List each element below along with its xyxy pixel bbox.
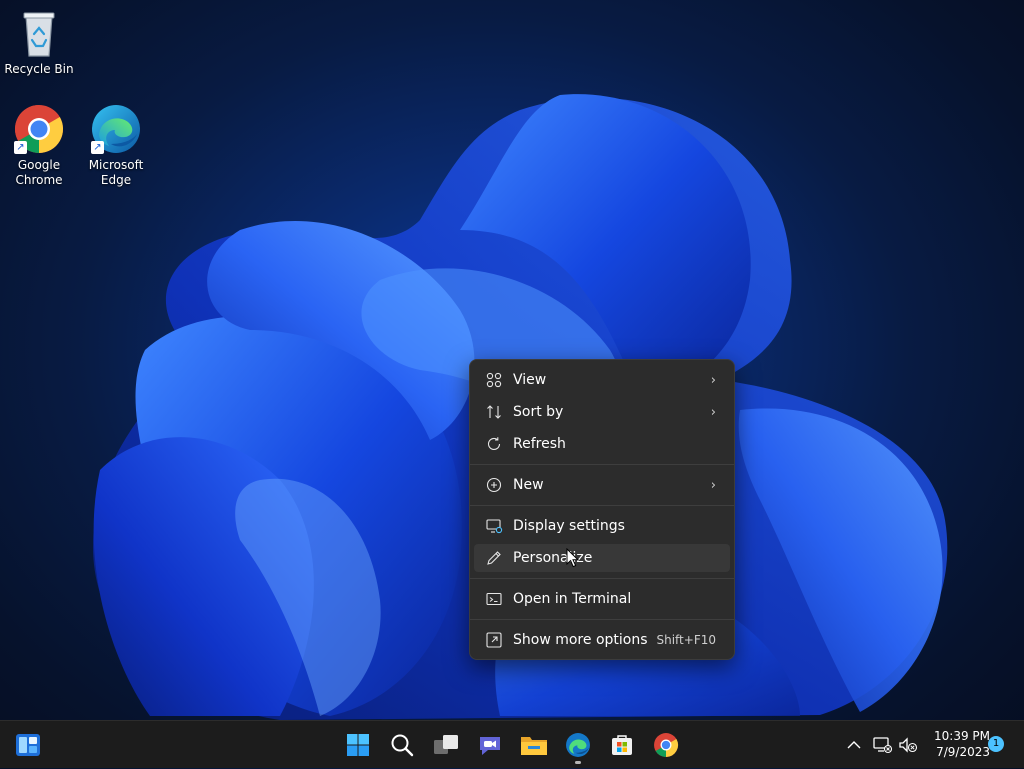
menu-item-label: Open in Terminal bbox=[513, 591, 632, 607]
menu-item-label: Refresh bbox=[513, 436, 566, 452]
mouse-cursor-icon bbox=[566, 548, 580, 568]
search-icon bbox=[391, 734, 414, 757]
menu-item-label: Sort by bbox=[513, 404, 564, 420]
chevron-up-icon bbox=[847, 741, 861, 749]
menu-separator bbox=[470, 505, 734, 506]
menu-item-refresh[interactable]: Refresh bbox=[474, 430, 730, 458]
widgets-button[interactable] bbox=[12, 729, 44, 761]
chevron-right-icon: › bbox=[710, 477, 716, 493]
desktop-icon-label: Microsoft Edge bbox=[88, 158, 144, 187]
pen-icon bbox=[485, 549, 503, 567]
menu-item-display-settings[interactable]: Display settings bbox=[474, 512, 730, 540]
show-more-icon bbox=[485, 631, 503, 649]
clock-date: 7/9/2023 bbox=[936, 745, 990, 759]
desktop-context-menu: View › Sort by › Refresh New › Display s… bbox=[469, 359, 735, 660]
desktop-icon-label: Recycle Bin bbox=[4, 62, 74, 76]
file-explorer-button[interactable] bbox=[518, 729, 550, 761]
teams-chat-icon bbox=[480, 737, 500, 755]
task-view-icon bbox=[434, 735, 458, 754]
menu-item-label: Show more options bbox=[513, 632, 648, 648]
widgets-icon bbox=[16, 734, 40, 756]
clock-button[interactable]: 10:39 PM 7/9/2023 bbox=[924, 728, 990, 760]
desktop-icon-recycle-bin[interactable]: Recycle Bin bbox=[1, 8, 77, 77]
menu-item-view[interactable]: View › bbox=[474, 366, 730, 394]
sort-icon bbox=[485, 403, 503, 421]
chevron-right-icon: › bbox=[710, 372, 716, 388]
menu-item-sort-by[interactable]: Sort by › bbox=[474, 398, 730, 426]
menu-separator bbox=[470, 578, 734, 579]
taskbar: 10:39 PM 7/9/2023 bbox=[0, 720, 1024, 768]
file-explorer-icon bbox=[521, 737, 547, 755]
menu-item-open-in-terminal[interactable]: Open in Terminal bbox=[474, 585, 730, 613]
menu-separator bbox=[470, 464, 734, 465]
refresh-icon bbox=[485, 435, 503, 453]
chrome-icon bbox=[654, 733, 679, 757]
chrome-icon: ↗ bbox=[14, 104, 64, 154]
edge-taskbar-button[interactable] bbox=[562, 729, 594, 764]
network-button[interactable] bbox=[871, 721, 893, 769]
store-icon bbox=[612, 735, 632, 755]
menu-item-show-more-options[interactable]: Show more options Shift+F10 bbox=[474, 626, 730, 654]
chevron-right-icon: › bbox=[710, 404, 716, 420]
menu-item-label: Personalize bbox=[513, 550, 593, 566]
menu-item-label: View bbox=[513, 372, 547, 388]
show-hidden-icons-button[interactable] bbox=[844, 721, 864, 769]
network-disconnected-icon bbox=[873, 737, 892, 754]
search-button[interactable] bbox=[386, 729, 418, 761]
desktop-icon-microsoft-edge[interactable]: ↗ Microsoft Edge bbox=[78, 104, 154, 188]
desktop-icon-label: Google Chrome bbox=[15, 158, 63, 187]
running-indicator bbox=[575, 761, 581, 764]
volume-button[interactable] bbox=[897, 721, 919, 769]
menu-separator bbox=[470, 619, 734, 620]
chrome-taskbar-button[interactable] bbox=[650, 729, 682, 761]
recycle-bin-icon bbox=[14, 8, 64, 58]
desktop-icon-google-chrome[interactable]: ↗ Google Chrome bbox=[1, 104, 77, 188]
shortcut-arrow-icon: ↗ bbox=[91, 141, 104, 154]
keyboard-shortcut: Shift+F10 bbox=[656, 633, 716, 647]
task-view-button[interactable] bbox=[430, 729, 462, 761]
volume-muted-icon bbox=[899, 737, 918, 753]
menu-item-new[interactable]: New › bbox=[474, 471, 730, 499]
store-button[interactable] bbox=[606, 729, 638, 761]
notification-badge[interactable]: 1 bbox=[988, 736, 1004, 752]
clock-time: 10:39 PM bbox=[934, 729, 990, 743]
display-settings-icon bbox=[485, 517, 503, 535]
terminal-icon bbox=[485, 590, 503, 608]
menu-item-label: New bbox=[513, 477, 544, 493]
chat-button[interactable] bbox=[474, 729, 506, 761]
start-button[interactable] bbox=[342, 729, 374, 761]
view-grid-icon bbox=[485, 371, 503, 389]
menu-item-label: Display settings bbox=[513, 518, 625, 534]
edge-icon: ↗ bbox=[91, 104, 141, 154]
new-plus-icon bbox=[485, 476, 503, 494]
menu-item-personalize[interactable]: Personalize bbox=[474, 544, 730, 572]
edge-icon bbox=[566, 733, 590, 757]
start-icon bbox=[347, 734, 369, 756]
shortcut-arrow-icon: ↗ bbox=[14, 141, 27, 154]
